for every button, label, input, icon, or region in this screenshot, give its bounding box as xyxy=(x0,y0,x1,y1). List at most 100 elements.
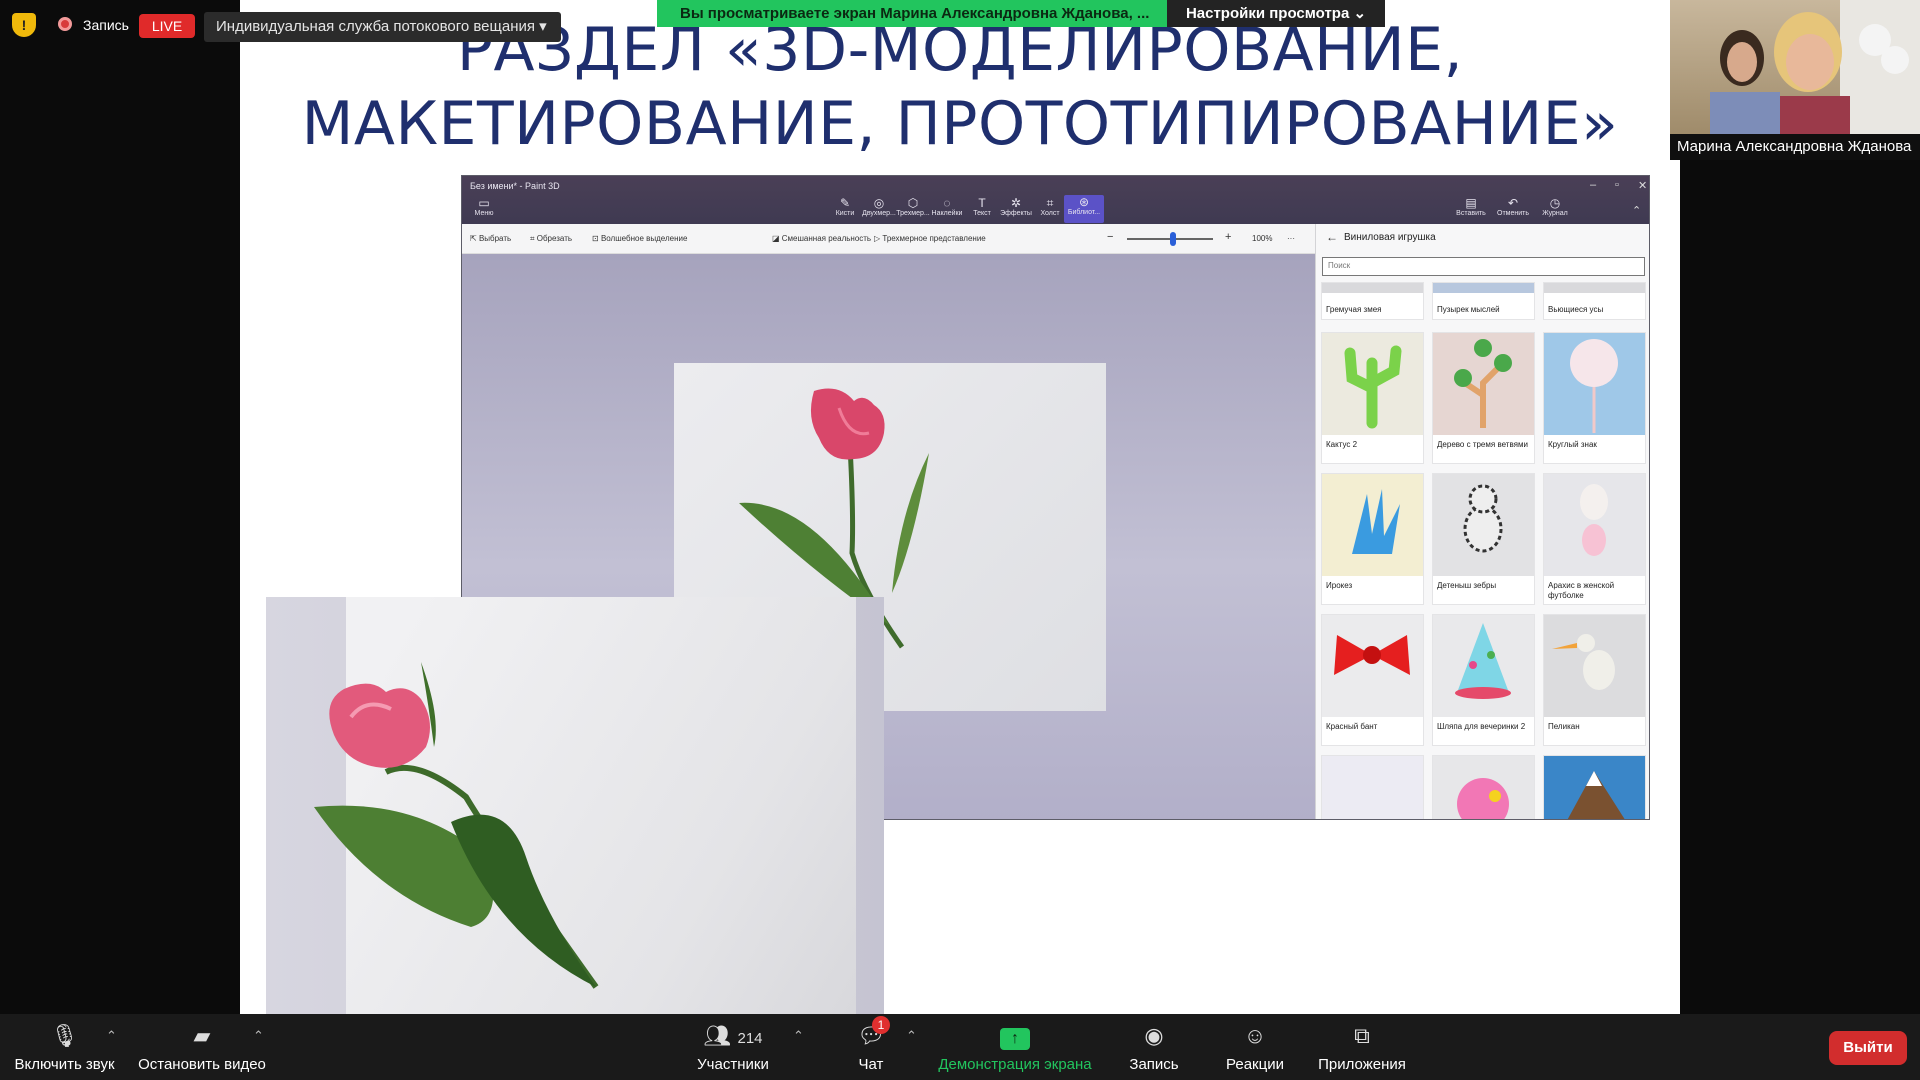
model-label: Гремучая змея xyxy=(1326,305,1382,314)
menu-button[interactable]: ▭ Меню xyxy=(464,196,504,217)
security-shield-icon[interactable]: ! xyxy=(12,13,36,37)
model-thumbnail xyxy=(1433,474,1534,576)
model-tile[interactable]: Ирокез xyxy=(1321,473,1424,605)
select-tool[interactable]: ⇱ Выбрать xyxy=(470,234,511,243)
viewing-banner: Вы просматриваете экран Марина Александр… xyxy=(657,0,1167,27)
magic-select-tool[interactable]: ⊡ Волшебное выделение xyxy=(592,234,687,243)
participants-label: Участники xyxy=(697,1056,769,1073)
participants-caret-icon[interactable]: ⌃ xyxy=(793,1028,804,1044)
reactions-button[interactable]: ☺︎ Реакции xyxy=(1220,1022,1290,1073)
undo-button[interactable]: ↶ Отменить xyxy=(1493,196,1533,217)
model-label: Вьющиеся усы xyxy=(1548,305,1604,314)
history-button[interactable]: ◷ Журнал xyxy=(1535,196,1575,217)
model-tile[interactable] xyxy=(1321,755,1424,819)
library-search-input[interactable]: Поиск xyxy=(1322,257,1645,276)
stream-service-dropdown[interactable]: Индивидуальная служба потокового вещания… xyxy=(204,12,561,42)
crop-label: Обрезать xyxy=(536,234,573,243)
model-label: Шляпа для вечеринки 2 xyxy=(1437,722,1526,731)
tool-library[interactable]: ⊛ Библиот... xyxy=(1064,195,1104,223)
close-icon[interactable]: ✕ xyxy=(1638,179,1647,192)
menu-label: Меню xyxy=(474,210,494,217)
participant-video[interactable]: Марина Александровна Жданова xyxy=(1670,0,1920,160)
tool-stickers[interactable]: ◌ Наклейки xyxy=(927,196,967,217)
apps-label: Приложения xyxy=(1318,1056,1406,1073)
model-tile[interactable]: Шляпа для вечеринки 2 xyxy=(1432,614,1535,746)
minimize-icon[interactable]: – xyxy=(1590,179,1596,191)
tool-label: Кисти xyxy=(835,210,855,217)
view-3d-button[interactable]: ▷ Трехмерное представление xyxy=(874,234,986,243)
paste-icon: ▤ xyxy=(1465,196,1477,210)
live-badge[interactable]: LIVE xyxy=(139,14,195,38)
model-thumbnail xyxy=(1322,615,1423,717)
zoom-in-icon[interactable]: + xyxy=(1225,231,1231,243)
back-arrow-icon[interactable]: ← xyxy=(1326,230,1338,244)
view-options-label: Настройки просмотра xyxy=(1185,5,1350,22)
stop-video-button[interactable]: ▰ Остановить видео xyxy=(137,1022,267,1073)
more-options-icon[interactable]: ··· xyxy=(1287,234,1295,243)
video-options-caret-icon[interactable]: ⌃ xyxy=(253,1028,264,1044)
apps-button[interactable]: ⧉ Приложения xyxy=(1312,1022,1412,1073)
tool-label: Холст xyxy=(1040,210,1060,217)
zoom-level: 100% xyxy=(1252,234,1273,243)
library-icon: ⊛ xyxy=(1078,195,1090,209)
sticker-icon: ◌ xyxy=(943,196,951,210)
apps-icon: ⧉ xyxy=(1354,1023,1370,1048)
mixed-reality-button[interactable]: ◪ Смешанная реальность xyxy=(772,234,871,243)
unmute-button[interactable]: 🎙︎ Включить звук xyxy=(12,1022,117,1073)
model-tile[interactable]: Дерево с тремя ветвями xyxy=(1432,332,1535,464)
model-thumbnail xyxy=(1544,283,1645,293)
paint3d-window-title: Без имени* - Paint 3D xyxy=(470,181,560,191)
tool-label: Эффекты xyxy=(1000,210,1032,217)
view-options-button[interactable]: Настройки просмотра ⌄ xyxy=(1167,0,1385,27)
model-tile[interactable]: Арахис в женской футболке xyxy=(1543,473,1646,605)
paint3d-subtoolbar: ⇱ Выбрать ⌗ Обрезать ⊡ Волшебное выделен… xyxy=(462,224,1315,254)
chevron-down-icon: ▾ xyxy=(539,18,547,35)
model-label: Ирокез xyxy=(1326,581,1353,590)
model-tile[interactable]: Гремучая змея xyxy=(1321,282,1424,320)
paste-button[interactable]: ▤ Вставить xyxy=(1451,196,1491,217)
model-thumbnail xyxy=(1433,333,1534,435)
model-tile[interactable]: Круглый знак xyxy=(1543,332,1646,464)
model-tile[interactable]: Красный бант xyxy=(1321,614,1424,746)
view-3d-label: Трехмерное представление xyxy=(882,234,986,243)
tool-label: Трехмер... xyxy=(896,210,930,217)
participants-button[interactable]: 👥︎ 214 Участники xyxy=(693,1022,773,1073)
tulip-photo xyxy=(266,597,884,1014)
audio-options-caret-icon[interactable]: ⌃ xyxy=(106,1028,117,1044)
tool-label: Отменить xyxy=(1497,210,1529,217)
reactions-label: Реакции xyxy=(1226,1056,1284,1073)
zoom-out-icon[interactable]: − xyxy=(1107,231,1113,243)
tool-label: Текст xyxy=(973,210,991,217)
crop-tool[interactable]: ⌗ Обрезать xyxy=(530,234,572,244)
share-screen-button[interactable]: ↑ Демонстрация экрана xyxy=(935,1022,1095,1073)
party-hat-icon xyxy=(1455,623,1511,699)
tree-icon xyxy=(1454,339,1512,428)
zoom-meeting-window: РАЗДЕЛ «3D-МОДЕЛИРОВАНИЕ, МАКЕТИРОВАНИЕ,… xyxy=(0,0,1920,1080)
history-icon: ◷ xyxy=(1549,196,1561,210)
model-tile[interactable]: Пузырек мыслей xyxy=(1432,282,1535,320)
chat-unread-badge: 1 xyxy=(872,1016,890,1034)
model-tile[interactable]: Детеныш зебры xyxy=(1432,473,1535,605)
cactus-icon xyxy=(1344,345,1402,429)
model-tile[interactable]: Пеликан xyxy=(1543,614,1646,746)
zoom-slider-thumb[interactable] xyxy=(1170,232,1176,246)
collapse-icon[interactable]: ⌃ xyxy=(1632,204,1641,217)
maximize-icon[interactable]: ▫ xyxy=(1615,179,1619,191)
model-tile[interactable] xyxy=(1432,755,1535,819)
tool-label: Двухмер... xyxy=(862,210,896,217)
model-tile[interactable]: Кактус 2 xyxy=(1321,332,1424,464)
record-button[interactable]: ◉ Запись xyxy=(1124,1022,1184,1073)
video-people-image xyxy=(1710,0,1920,135)
mountain-icon xyxy=(1567,771,1625,819)
mixed-reality-label: Смешанная реальность xyxy=(781,234,872,243)
paint3d-toolbar: Без имени* - Paint 3D – ▫ ✕ ▭ Меню ✎ Кисти… xyxy=(462,176,1649,224)
model-label: Арахис в женской футболке xyxy=(1548,581,1615,600)
zebra-icon xyxy=(1463,484,1503,553)
leave-button[interactable]: Выйти xyxy=(1829,1031,1907,1065)
model-label: Дерево с тремя ветвями xyxy=(1437,440,1528,449)
chat-caret-icon[interactable]: ⌃ xyxy=(906,1028,917,1044)
model-thumbnail xyxy=(1322,283,1423,293)
peanut-icon xyxy=(1580,484,1608,556)
model-tile[interactable] xyxy=(1543,755,1646,819)
model-tile[interactable]: Вьющиеся усы xyxy=(1543,282,1646,320)
